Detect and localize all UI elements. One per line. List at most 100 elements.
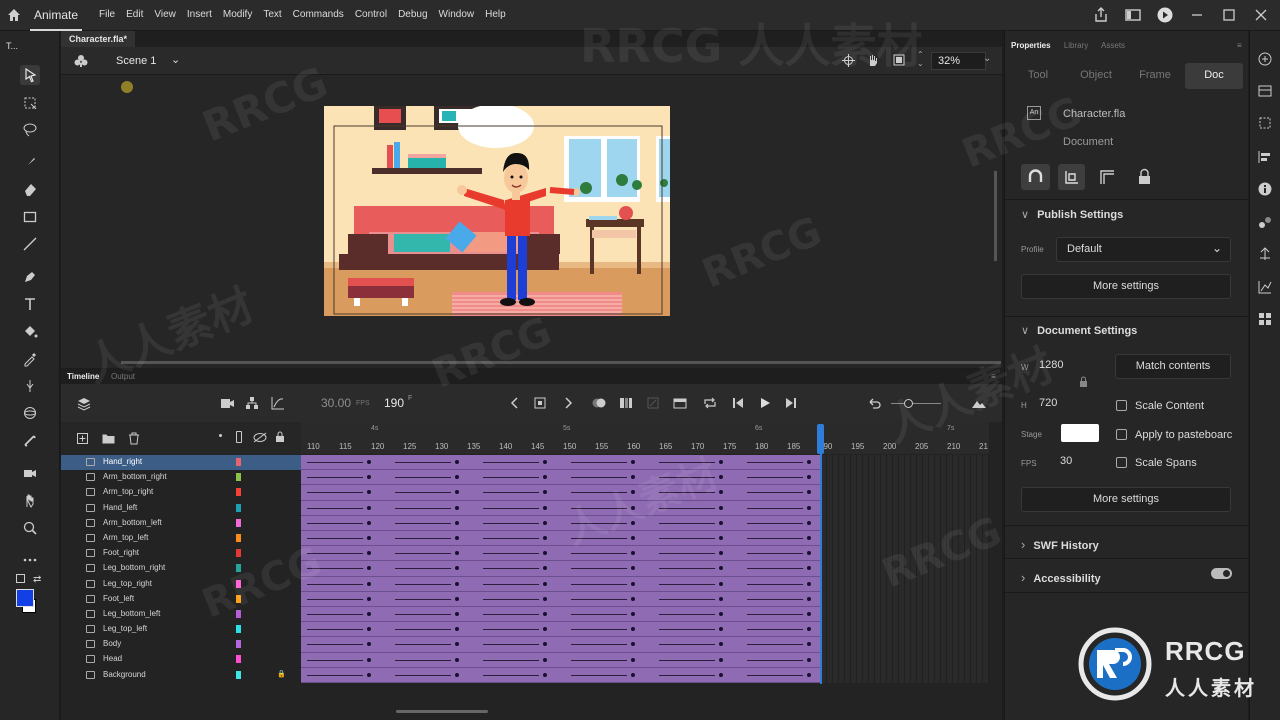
keyframe-dot[interactable] (367, 551, 371, 556)
menu-commands[interactable]: Commands (293, 9, 344, 20)
insert-blank-keyframe-icon[interactable] (673, 396, 687, 410)
text-tool-icon[interactable] (20, 294, 40, 314)
keyframe-dot[interactable] (631, 672, 635, 677)
layer-row[interactable]: Arm_bottom_left (61, 516, 301, 531)
scene-chevron-down-icon[interactable]: ⌄ (171, 53, 180, 66)
rotation-hand-icon[interactable] (866, 53, 880, 67)
new-layer-icon[interactable] (77, 433, 88, 444)
layer-color-swatch[interactable] (236, 533, 241, 542)
layer-name[interactable]: Leg_top_left (103, 624, 147, 633)
keyframe-dot[interactable] (807, 657, 811, 662)
insert-keyframe-icon[interactable] (533, 396, 547, 410)
frame-row[interactable] (301, 622, 821, 638)
profile-select[interactable]: Default ⌄ (1056, 237, 1231, 262)
camera-tool-icon[interactable] (20, 463, 40, 483)
keyframe-dot[interactable] (367, 596, 371, 601)
menu-debug[interactable]: Debug (398, 9, 427, 20)
keyframe-dot[interactable] (807, 642, 811, 647)
layer-color-swatch[interactable] (236, 549, 241, 558)
motion-editor-icon[interactable] (1257, 279, 1273, 295)
selection-tool-icon[interactable] (20, 65, 40, 85)
height-field[interactable]: 720 (1039, 397, 1057, 409)
keyframe-dot[interactable] (631, 657, 635, 662)
layer-color-swatch[interactable] (236, 518, 241, 527)
keyframe-dot[interactable] (719, 596, 723, 601)
hide-layers-icon[interactable] (253, 432, 267, 443)
snap-magnet-icon[interactable] (1021, 164, 1050, 190)
zoom-dropdown-icon[interactable]: ⌄ (983, 53, 991, 64)
keyframe-dot[interactable] (719, 566, 723, 571)
keyframe-dot[interactable] (367, 581, 371, 586)
scene-name[interactable]: Scene 1 (116, 55, 156, 67)
layer-name[interactable]: Body (103, 639, 121, 648)
fps-value[interactable]: 30.00 (321, 396, 351, 410)
keyframe-dot[interactable] (543, 551, 547, 556)
app-name[interactable]: Animate (34, 8, 78, 22)
keyframe-dot[interactable] (543, 657, 547, 662)
width-field[interactable]: 1280 (1039, 359, 1063, 371)
layer-row[interactable]: Head (61, 652, 301, 667)
layer-name[interactable]: Leg_bottom_left (103, 609, 160, 618)
keyframe-dot[interactable] (543, 642, 547, 647)
keyframe-dot[interactable] (807, 566, 811, 571)
keyframe-dot[interactable] (455, 490, 459, 495)
keyframe-dot[interactable] (367, 475, 371, 480)
keyframe-dot[interactable] (367, 536, 371, 540)
frame-row[interactable] (301, 668, 821, 683)
new-folder-icon[interactable] (102, 433, 115, 444)
keyframe-dot[interactable] (807, 460, 811, 464)
keyframe-dot[interactable] (807, 520, 811, 525)
pin-tool-icon[interactable] (20, 376, 40, 396)
zoom-tool-icon[interactable] (20, 518, 40, 538)
keyframe-dot[interactable] (455, 566, 459, 571)
layer-name[interactable]: Foot_right (103, 548, 139, 557)
current-frame-value[interactable]: 190 (384, 396, 404, 410)
menu-text[interactable]: Text (263, 9, 281, 20)
swf-history-header[interactable]: SWF History (1021, 537, 1098, 552)
keyframe-dot[interactable] (367, 627, 371, 632)
keyframe-dot[interactable] (543, 536, 547, 540)
keyframe-dot[interactable] (455, 642, 459, 647)
parenting-icon[interactable] (245, 396, 259, 410)
keyframe-dot[interactable] (807, 672, 811, 677)
keyframe-dot[interactable] (719, 581, 723, 586)
tab-assets[interactable]: Assets (1101, 41, 1125, 50)
keyframe-dot[interactable] (719, 551, 723, 556)
document-tab[interactable]: Character.fla* (61, 31, 136, 47)
document-settings-header[interactable]: Document Settings (1021, 324, 1137, 337)
fps-field[interactable]: 30 (1060, 455, 1072, 467)
frame-row[interactable] (301, 455, 821, 471)
keyframe-dot[interactable] (807, 551, 811, 556)
menu-edit[interactable]: Edit (126, 9, 143, 20)
layer-color-swatch[interactable] (236, 473, 241, 482)
layer-name[interactable]: Background (103, 670, 146, 679)
align-to-stage-icon[interactable] (1058, 164, 1085, 190)
layer-name[interactable]: Foot_left (103, 594, 134, 603)
accessibility-toggle[interactable] (1211, 568, 1232, 579)
layer-row[interactable]: Arm_top_left (61, 531, 301, 546)
share-icon[interactable] (1092, 6, 1110, 24)
layers-icon[interactable] (77, 397, 91, 411)
tab-library[interactable]: Library (1064, 41, 1088, 50)
keyframe-dot[interactable] (455, 536, 459, 540)
keyframe-dot[interactable] (455, 612, 459, 616)
empty-frames-area[interactable] (821, 455, 989, 683)
next-keyframe-icon[interactable] (561, 396, 575, 410)
keyframe-dot[interactable] (807, 612, 811, 616)
frame-row[interactable] (301, 637, 821, 653)
keyframe-dot[interactable] (543, 566, 547, 571)
timeline-horizontal-scrollbar[interactable] (396, 710, 488, 713)
tab-timeline[interactable]: Timeline (67, 372, 99, 381)
keyframe-dot[interactable] (631, 596, 635, 601)
scene-icon[interactable] (74, 54, 88, 68)
keyframe-dot[interactable] (367, 612, 371, 616)
layer-name[interactable]: Hand_right (103, 457, 142, 466)
keyframe-dot[interactable] (543, 460, 547, 464)
graph-editor-icon[interactable] (271, 396, 285, 410)
keyframe-dot[interactable] (367, 520, 371, 525)
components-icon[interactable] (1257, 311, 1273, 327)
keyframe-dot[interactable] (455, 551, 459, 556)
layer-name[interactable]: Arm_top_right (103, 487, 153, 496)
keyframe-dot[interactable] (807, 596, 811, 601)
keyframe-dot[interactable] (455, 627, 459, 632)
